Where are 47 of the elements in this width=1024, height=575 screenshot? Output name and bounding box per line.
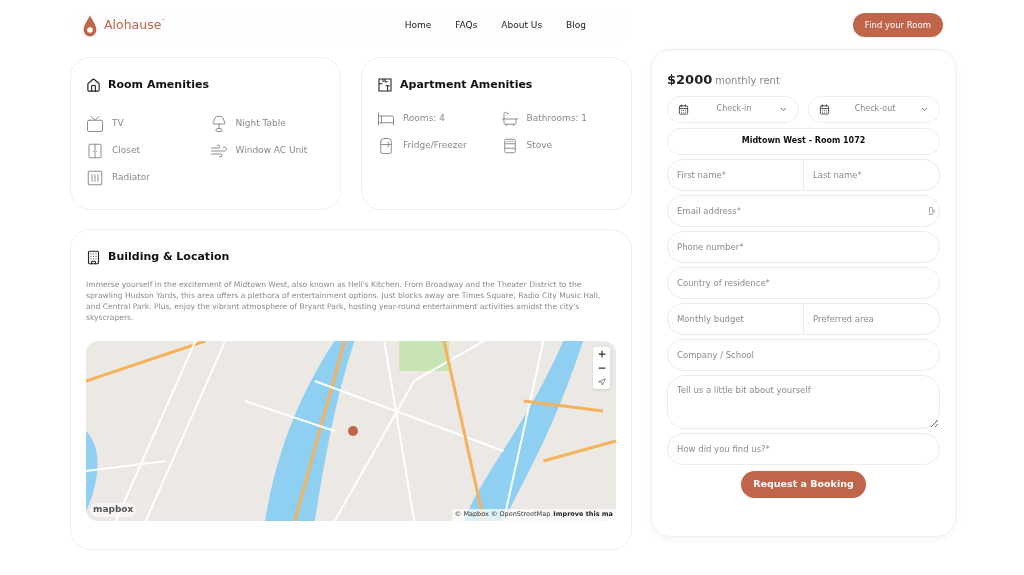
input-field[interactable]: Country of residence* (667, 266, 940, 299)
bathtub-icon (500, 110, 519, 128)
card-title: Apartment Amenities (400, 77, 533, 93)
amenity-label: TV (112, 117, 124, 131)
input-field[interactable]: How did you find us?* (667, 432, 940, 465)
amenity-label: Rooms: 4 (403, 112, 445, 126)
input-field[interactable]: Monthly budget (667, 302, 804, 335)
lamp-icon (209, 115, 228, 133)
input-field[interactable]: Last name* (804, 158, 940, 191)
amenity-label: Closet (112, 144, 141, 158)
nav-link[interactable]: Blog (566, 18, 586, 33)
price-text: $2000 (667, 71, 713, 89)
input-field[interactable]: Preferred area (804, 302, 940, 335)
amenity-label: Night Table (235, 117, 286, 131)
amenity-label: Bathrooms: 1 (526, 112, 587, 126)
nav-link[interactable]: FAQs (455, 18, 478, 33)
request-booking-button[interactable]: Request a Booking (741, 470, 866, 498)
tv-icon (86, 115, 104, 133)
nav-link[interactable]: About Us (501, 18, 543, 33)
find-room-button[interactable]: Find your Room (852, 13, 943, 37)
amenity-label: Stove (526, 139, 553, 153)
card-title: Building & Location (108, 249, 230, 265)
input-field[interactable]: Company / School (667, 338, 940, 371)
radiator-icon (86, 169, 104, 187)
card-title: Room Amenities (108, 77, 209, 93)
amenity-label: Fridge/Freezer (403, 139, 467, 153)
input-field[interactable]: Phone number* (667, 230, 940, 263)
message-field[interactable]: Tell us a little bit about yourself (667, 374, 940, 429)
wind-icon (209, 142, 228, 160)
amenity-label: Radiator (112, 171, 151, 185)
input-field[interactable]: First name* (667, 158, 804, 191)
logo-icon (82, 13, 98, 38)
nav-link[interactable]: Home (404, 18, 432, 33)
email-field[interactable]: Email address* (667, 194, 940, 227)
calendar-icon (678, 103, 689, 115)
building-icon (86, 249, 101, 265)
logo-text[interactable]: Alohause (104, 16, 162, 35)
map-marker-icon (348, 425, 358, 436)
floor-plan-icon (377, 77, 393, 94)
map-logo: mapbox (90, 503, 137, 517)
house-icon (86, 77, 101, 93)
calendar-icon (819, 103, 830, 115)
amenity-label: Window AC Unit (235, 144, 308, 158)
closet-icon (86, 142, 104, 160)
bed-icon (377, 110, 395, 128)
fridge-icon (377, 137, 395, 155)
price-suffix: monthly rent (715, 74, 780, 88)
